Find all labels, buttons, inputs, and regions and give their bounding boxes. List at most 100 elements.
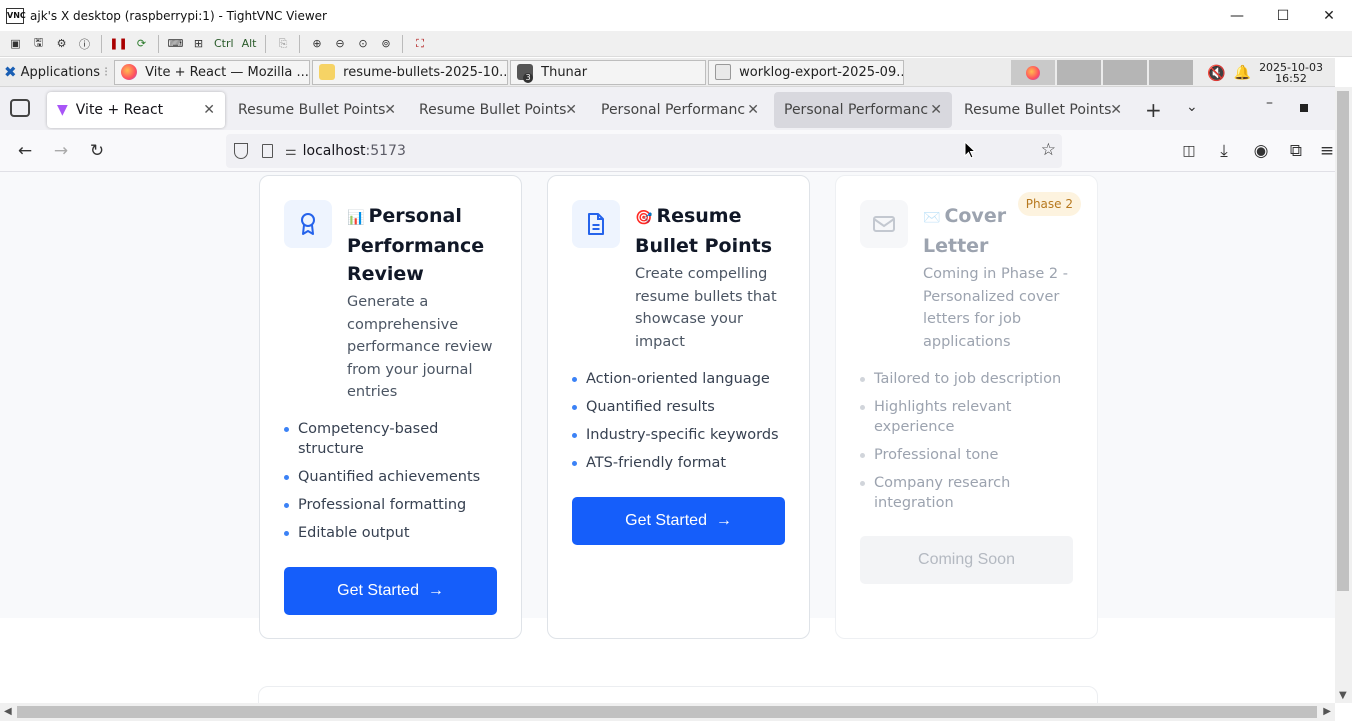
target-emoji-icon: 🎯 <box>635 210 653 226</box>
system-tray: 🔇 🔔 2025-10-03 16:52 <box>1010 58 1335 87</box>
clock-date: 2025-10-03 <box>1259 60 1323 74</box>
separator-handle-icon: ⁝ <box>104 64 109 80</box>
close-tab-icon[interactable]: ✕ <box>1110 102 1122 118</box>
ctrl-key-button[interactable]: Ctrl <box>212 34 236 53</box>
downloads-icon[interactable]: ⤓ <box>1213 140 1235 162</box>
feature-list: Competency-based structure Quantified ac… <box>284 419 499 551</box>
workspace-3[interactable] <box>1102 60 1147 85</box>
list-item: Competency-based structure <box>284 419 499 459</box>
refresh-icon[interactable]: ⟳ <box>132 34 151 53</box>
minimize-button[interactable]: — <box>1214 0 1260 31</box>
scroll-right-arrow-icon[interactable]: ▶ <box>1323 706 1331 717</box>
tracking-shield-icon[interactable] <box>234 143 248 159</box>
zoom-in-icon[interactable]: ⊕ <box>307 34 326 53</box>
tab-title: Resume Bullet Points <box>964 102 1112 118</box>
reload-icon[interactable]: ↻ <box>86 140 108 162</box>
list-item: Industry-specific keywords <box>572 425 787 445</box>
list-item: Professional tone <box>860 445 1075 465</box>
zoom-fit-icon[interactable]: ⊚ <box>376 34 395 53</box>
horizontal-scrollbar[interactable]: ◀ ▶ <box>0 703 1335 721</box>
fullscreen-icon[interactable]: ⛶ <box>410 34 429 53</box>
card-title: 📊 Personal Performance Review <box>347 205 485 285</box>
close-tab-icon[interactable]: ✕ <box>930 102 942 118</box>
close-window-button[interactable]: ✕ <box>1306 0 1352 31</box>
get-started-resume-button[interactable]: Get Started → <box>572 497 785 545</box>
back-icon[interactable]: ← <box>14 140 36 162</box>
get-started-performance-button[interactable]: Get Started → <box>284 567 497 615</box>
taskbar-item-resume-file[interactable]: resume-bullets-2025-10... <box>312 59 509 85</box>
taskbar-item-worklog[interactable]: worklog-export-2025-09... <box>708 59 905 85</box>
tab-performance-2[interactable]: Personal Performance ✕ <box>774 92 952 128</box>
list-item: Editable output <box>284 523 499 543</box>
forward-icon[interactable]: → <box>50 140 72 162</box>
taskbar-item-label: worklog-export-2025-09... <box>739 64 905 80</box>
save-icon[interactable]: 🖫 <box>29 34 48 53</box>
permissions-icon[interactable]: ⚌ <box>285 144 297 159</box>
bookmark-star-icon[interactable]: ☆ <box>1041 140 1056 160</box>
taskbar-item-thunar[interactable]: 3 Thunar <box>510 59 707 85</box>
vnc-titlebar: VNC ajk's X desktop (raspberrypi:1) - Ti… <box>0 0 1352 31</box>
feature-list: Tailored to job description Highlights r… <box>860 369 1075 521</box>
extensions-icon[interactable]: ⧉ <box>1285 140 1307 162</box>
zoom-out-icon[interactable]: ⊖ <box>330 34 349 53</box>
applications-menu[interactable]: ✖ Applications ⁝ <box>0 58 114 87</box>
tab-resume-bullets-1[interactable]: Resume Bullet Points ✕ <box>228 92 406 128</box>
card-performance-review: 📊 Personal Performance Review Generate a … <box>259 175 522 639</box>
alt-key-button[interactable]: Alt <box>240 34 259 53</box>
taskbar-item-label: Vite + React — Mozilla ... <box>145 64 309 80</box>
win-key-icon[interactable]: ⊞ <box>189 34 208 53</box>
options-icon[interactable]: ⚙ <box>52 34 71 53</box>
tab-resume-bullets-3[interactable]: Resume Bullet Points ✕ <box>954 92 1132 128</box>
tab-title: Resume Bullet Points <box>238 102 386 118</box>
toolbar-divider <box>299 34 301 53</box>
maximize-button[interactable]: ☐ <box>1260 0 1306 31</box>
horizontal-scrollbar-thumb[interactable] <box>17 706 1317 718</box>
scroll-down-arrow-icon[interactable]: ▼ <box>1339 690 1347 701</box>
tab-vite-react[interactable]: ▼ Vite + React ✕ <box>47 92 225 128</box>
tab-title: Personal Performance <box>784 102 928 118</box>
coming-soon-button: Coming Soon <box>860 536 1073 584</box>
close-tab-icon[interactable]: ✕ <box>565 102 577 118</box>
page-info-icon[interactable] <box>262 144 273 158</box>
close-tab-icon[interactable]: ✕ <box>747 102 759 118</box>
volume-muted-icon[interactable]: 🔇 <box>1207 64 1226 82</box>
vnc-toolbar: ▣ 🖫 ⚙ ⓘ ❚❚ ⟳ ⌨ ⊞ Ctrl Alt ⎘ ⊕ ⊖ ⊙ ⊚ ⛶ <box>0 31 1352 57</box>
firefox-view-icon[interactable] <box>10 99 30 117</box>
close-tab-icon[interactable]: ✕ <box>203 102 215 118</box>
new-connection-icon[interactable]: ▣ <box>6 34 25 53</box>
spreadsheet-icon <box>715 64 732 80</box>
notification-bell-icon[interactable]: 🔔 <box>1234 65 1251 81</box>
account-icon[interactable]: ◉ <box>1250 140 1272 162</box>
xfce-icon: ✖ <box>4 63 17 81</box>
new-tab-icon[interactable]: + <box>1145 98 1162 122</box>
close-tab-icon[interactable]: ✕ <box>384 102 396 118</box>
vertical-scrollbar-thumb[interactable] <box>1337 91 1349 591</box>
browser-restore-button[interactable] <box>1300 104 1308 112</box>
zoom-100-icon[interactable]: ⊙ <box>353 34 372 53</box>
list-item: Company research integration <box>860 473 1075 513</box>
pause-icon[interactable]: ❚❚ <box>109 34 128 53</box>
browser-minimize-button[interactable]: – <box>1266 95 1273 111</box>
toolbar-divider <box>158 34 159 53</box>
info-icon[interactable]: ⓘ <box>75 34 94 53</box>
workspace-1-firefox[interactable] <box>1010 60 1055 85</box>
ctrl-alt-del-icon[interactable]: ⌨ <box>166 34 185 53</box>
workspace-4[interactable] <box>1148 60 1193 85</box>
tab-resume-bullets-2[interactable]: Resume Bullet Points ✕ <box>409 92 587 128</box>
workspace-2[interactable] <box>1056 60 1101 85</box>
url-port: :5173 <box>365 143 406 159</box>
vite-logo-icon: ▼ <box>57 102 68 118</box>
vertical-scrollbar[interactable]: ▼ <box>1335 87 1352 703</box>
scroll-left-arrow-icon[interactable]: ◀ <box>4 706 12 717</box>
clipboard-icon[interactable]: ⎘ <box>273 34 292 53</box>
clock[interactable]: 2025-10-03 16:52 <box>1259 62 1323 84</box>
menu-icon[interactable]: ≡ <box>1320 140 1334 162</box>
url-bar[interactable]: ⚌ localhost:5173 ☆ <box>226 134 1062 168</box>
taskbar-item-firefox[interactable]: Vite + React — Mozilla ... <box>114 59 311 85</box>
tab-performance-1[interactable]: Personal Performance ✕ <box>591 92 769 128</box>
toolbar-divider <box>101 34 102 53</box>
list-all-tabs-icon[interactable]: ⌄ <box>1186 99 1198 115</box>
firefox-icon <box>1025 65 1040 80</box>
list-item: Quantified results <box>572 397 787 417</box>
pocket-icon[interactable]: ◫ <box>1178 140 1200 162</box>
